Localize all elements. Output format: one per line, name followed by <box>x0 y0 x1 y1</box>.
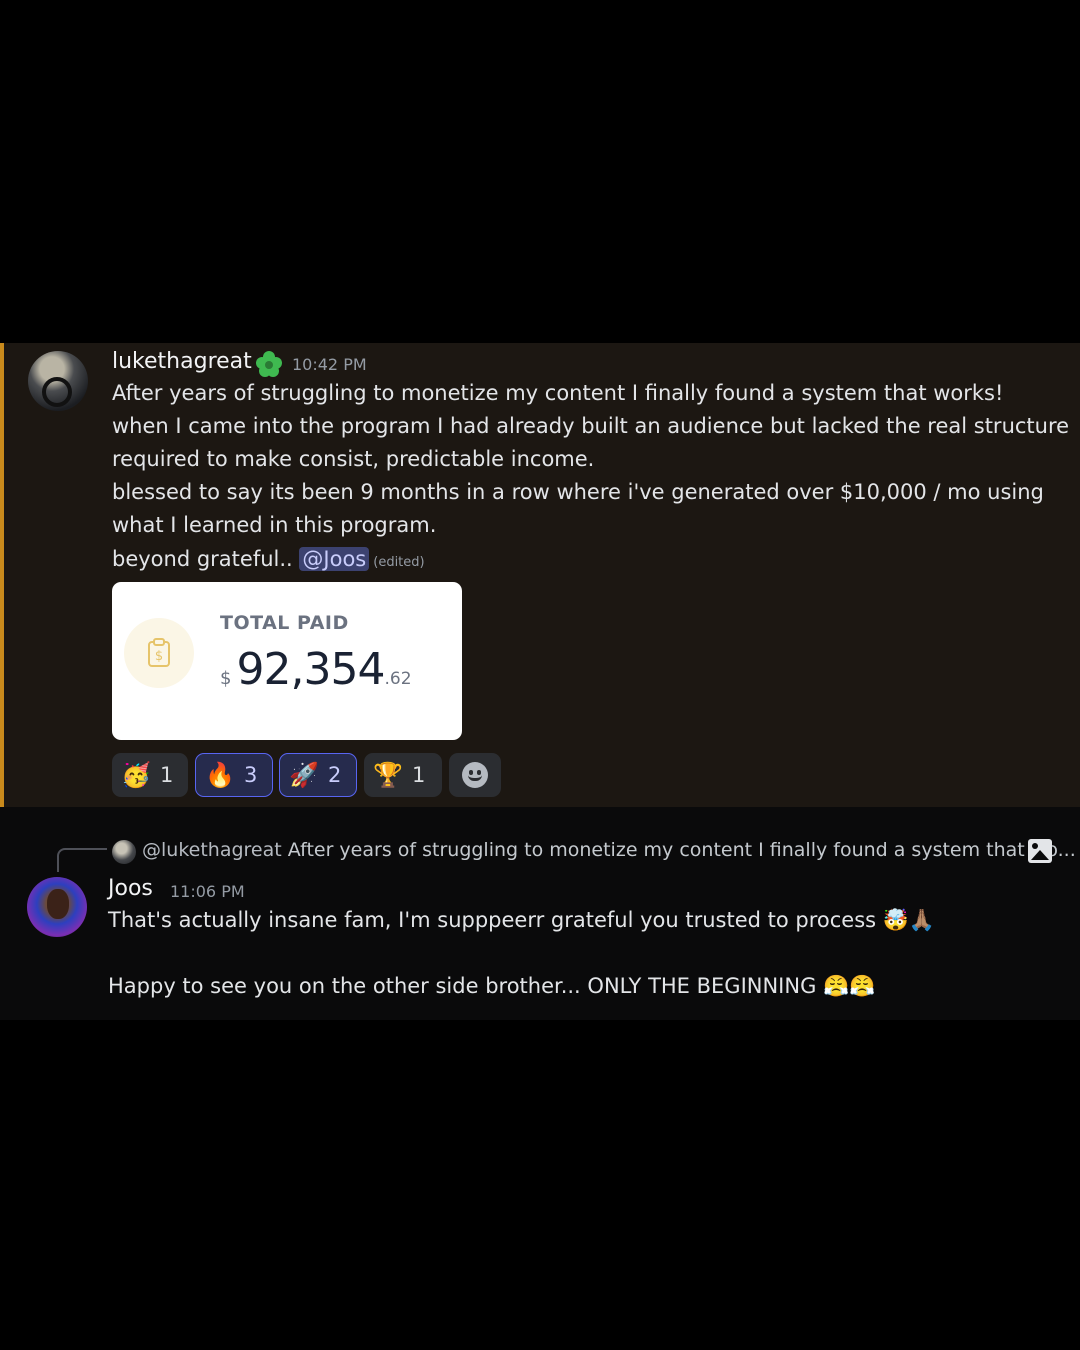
message-line: when I came into the program I had alrea… <box>112 414 1070 438</box>
smiley-add-reaction-icon <box>462 762 488 788</box>
user-mention[interactable]: @Joos <box>299 547 370 571</box>
currency-symbol: $ <box>220 668 232 689</box>
timestamp: 11:06 PM <box>170 882 245 901</box>
face-graphic <box>47 889 69 919</box>
total-amount: $ 92,354.62 <box>220 644 412 695</box>
party-face-emoji: 🥳 <box>121 761 151 789</box>
attachment-image[interactable]: $ TOTAL PAID $ 92,354.62 <box>112 582 462 740</box>
card-label: TOTAL PAID <box>220 612 349 634</box>
reaction-trophy[interactable]: 🏆 1 <box>364 753 442 797</box>
timestamp: 10:42 PM <box>292 355 367 374</box>
mind-blown-pray-emoji: 🤯🙏🏽 <box>882 908 936 932</box>
message-line: what I learned in this program. <box>112 513 437 537</box>
message-line: After years of struggling to monetize my… <box>112 381 1004 405</box>
rocket-emoji: 🚀 <box>289 761 319 789</box>
message-text: Happy to see you on the other side broth… <box>108 974 824 998</box>
receipt-dollar-icon: $ <box>124 618 194 688</box>
username[interactable]: lukethagreat <box>112 349 252 374</box>
steering-wheel-graphic <box>42 377 72 407</box>
image-icon <box>1028 839 1052 863</box>
avatar[interactable] <box>28 351 88 411</box>
reaction-count: 1 <box>412 763 426 787</box>
highlighted-message[interactable]: lukethagreat 10:42 PM After years of str… <box>0 343 1080 807</box>
avatar[interactable] <box>27 877 87 937</box>
fire-emoji: 🔥 <box>205 761 235 789</box>
reaction-count: 1 <box>160 763 174 787</box>
reaction-party[interactable]: 🥳 1 <box>112 753 188 797</box>
message-line: required to make consist, predictable in… <box>112 447 595 471</box>
reaction-rocket[interactable]: 🚀 2 <box>279 753 357 797</box>
triumph-face-emoji: 😤😤 <box>823 974 876 998</box>
green-flower-icon <box>256 351 282 377</box>
username[interactable]: Joos <box>108 876 153 901</box>
reaction-count: 3 <box>244 763 258 787</box>
reply-preview[interactable]: @lukethagreat After years of struggling … <box>142 839 1076 861</box>
reply-connector <box>57 848 107 872</box>
amount-cents: .62 <box>384 669 412 689</box>
svg-text:$: $ <box>155 649 163 664</box>
reaction-fire[interactable]: 🔥 3 <box>195 753 273 797</box>
message-line: Happy to see you on the other side broth… <box>108 974 875 999</box>
chat-panel: lukethagreat 10:42 PM After years of str… <box>0 343 1080 1020</box>
message-line: blessed to say its been 9 months in a ro… <box>112 480 1044 504</box>
reaction-count: 2 <box>328 763 342 787</box>
trophy-emoji: 🏆 <box>373 761 403 789</box>
message-text: beyond grateful.. <box>112 547 293 571</box>
add-reaction-button[interactable] <box>449 753 501 797</box>
reply-text: After years of struggling to monetize my… <box>287 839 1076 861</box>
reply-avatar <box>112 840 136 864</box>
edited-label: (edited) <box>373 555 425 570</box>
message-line: That's actually insane fam, I'm supppeer… <box>108 908 935 933</box>
amount-value: 92,354 <box>236 644 386 695</box>
reply-mention[interactable]: @lukethagreat <box>142 839 282 861</box>
message-text: That's actually insane fam, I'm supppeer… <box>108 908 883 932</box>
message-line-last: beyond grateful.. @Joos (edited) <box>112 547 425 571</box>
